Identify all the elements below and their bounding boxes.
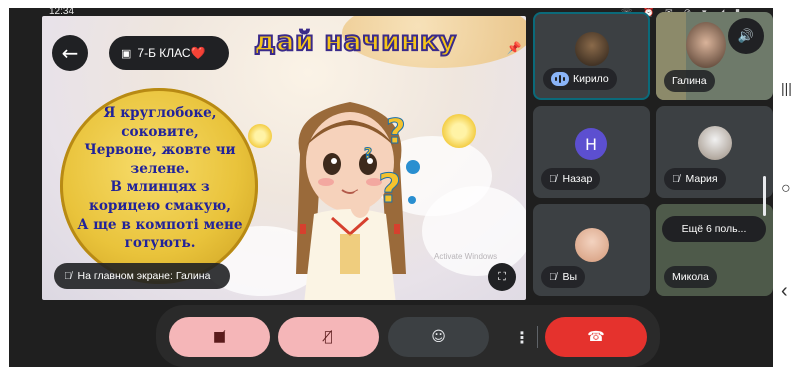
leave-call-button[interactable]: ☎ [545,317,647,357]
hangup-icon: ☎ [587,329,605,345]
riddle-line: соковите, [121,123,199,140]
calendar-icon: ▣ [121,47,132,60]
riddle-line: А ще в компоті мене [77,216,243,233]
mic-off-icon: 🎙̸ [672,173,680,185]
participant-name: Галина [672,75,707,87]
avatar [575,32,609,66]
meet-screen: 12:34 ☏ ⏰ ✉ ⊘ ▾ ◢ ▮ дай начинку Я кругло… [9,8,773,367]
presenter-label-chip: 🎙̸ На главном экране: Галина [54,263,230,289]
slide-title: дай начинку [253,25,457,58]
lemon-slice-image [442,114,476,148]
participant-tile-kyrylo[interactable]: Кирило [533,12,650,100]
fullscreen-icon: ⛶ [498,270,506,283]
divider [537,326,538,348]
participant-name: Микола [672,271,709,283]
dot-decoration [406,160,420,174]
more-vert-icon: ⋮ [514,327,530,347]
question-mark-icon: ? [377,166,402,213]
riddle-text: Я круглобоке, соковите, Червоне, жовте ч… [64,104,256,253]
pin-icon: 📌 [506,41,522,55]
volume-icon: 🔊 [737,28,755,44]
question-mark-icon: ? [363,146,373,163]
avatar [575,228,609,262]
participant-name: Назар [562,173,593,185]
participant-tile-nazar[interactable]: Н 🎙̸ Назар [533,106,650,198]
emoji-icon: ☺ [431,329,446,345]
riddle-line: зелене. [130,160,190,177]
participant-tile-halyna[interactable]: 🔊 Галина [656,12,773,100]
dot-decoration [408,196,416,204]
participant-name-chip: Кирило [543,68,617,90]
scrollbar[interactable] [763,176,766,216]
participant-tile-self[interactable]: 🎙̸ Вы [533,204,650,296]
mic-toggle-button[interactable]: 🎙̸ [278,317,379,357]
participant-name-chip: 🎙̸ Мария [664,168,726,190]
camera-off-icon: ■̸ [212,329,227,345]
participant-name: Мария [685,173,718,185]
back-nav-button[interactable]: ‹ [781,280,788,303]
volume-button[interactable]: 🔊 [728,18,764,54]
participant-name-chip: 🎙̸ Вы [541,266,586,288]
presenter-label: На главном экране: Галина [77,270,211,282]
riddle-line: корицею смакую, [89,197,231,214]
room-name: 7-Б КЛАС❤️ [137,46,206,60]
mic-off-icon: 🎙̸ [324,329,333,345]
pin-button[interactable]: 📌 [504,38,524,58]
more-participants-chip[interactable]: Ещё 6 поль... [662,216,766,242]
participant-tile-maria[interactable]: 🎙̸ Мария [656,106,773,198]
recents-nav-button[interactable]: ||| [781,80,792,96]
riddle-line: В млинцях з [110,179,210,196]
riddle-line: Я круглобоке, [103,105,217,121]
mic-off-icon: 🎙̸ [64,270,72,282]
question-mark-icon: ? [386,112,407,153]
riddle-line: Червоне, жовте чи [84,142,236,159]
cloud-decoration [422,186,526,276]
home-nav-button[interactable]: ○ [781,180,791,198]
video-feed-face [686,22,726,68]
fullscreen-button[interactable]: ⛶ [488,263,516,291]
mic-off-icon: 🎙̸ [549,271,557,283]
participant-name-chip: Микола [664,266,717,288]
participant-name-chip: Галина [664,70,715,92]
riddle-line: готують. [124,235,196,252]
reactions-button[interactable]: ☺ [388,317,489,357]
camera-toggle-button[interactable]: ■̸ [169,317,270,357]
room-name-chip[interactable]: ▣ 7-Б КЛАС❤️ [109,36,229,70]
girl-illustration [296,102,406,300]
speaking-indicator-icon [551,72,569,86]
participant-name: Кирило [573,73,609,85]
mic-off-icon: 🎙̸ [549,173,557,185]
arrow-left-icon: ← [61,41,79,65]
watermark-text: Activate Windows [434,252,498,261]
avatar [698,126,732,160]
back-button[interactable]: ← [52,35,88,71]
participant-name-chip: 🎙̸ Назар [541,168,601,190]
avatar: Н [575,128,607,160]
participant-name: Вы [562,271,578,283]
participant-tile-mykola[interactable]: Ещё 6 поль... Микола [656,204,773,296]
more-options-button[interactable]: ⋮ [511,324,533,350]
